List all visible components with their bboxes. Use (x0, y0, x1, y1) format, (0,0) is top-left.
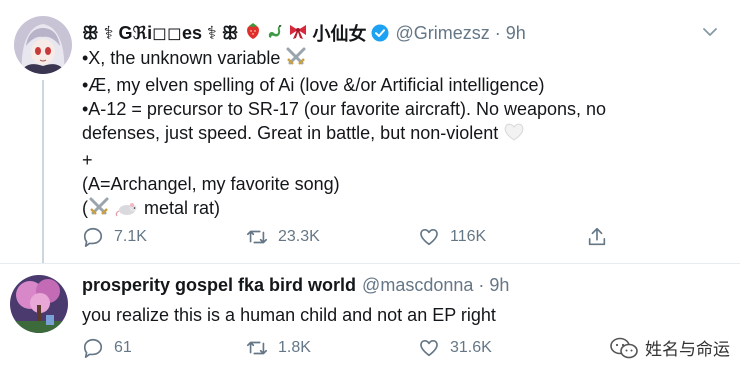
line-text: (A=Archangel, my favorite song) (82, 174, 340, 194)
line-text: + (82, 150, 93, 170)
tweet-line: •A-12 = precursor to SR-17 (our favorite… (82, 97, 722, 121)
share-button[interactable] (586, 226, 608, 248)
retweet-count: 23.3K (278, 228, 320, 245)
reply-button[interactable]: 61 (82, 337, 132, 359)
avatar[interactable] (10, 275, 68, 333)
display-name[interactable]: ꕥ ⚕ Gℜi◻◻es ⚕ ꕥ (82, 23, 238, 44)
line-text: defenses, just speed. Great in battle, b… (82, 123, 499, 143)
retweet-count: 1.8K (278, 339, 311, 356)
action-bar: 61 1.8K 31.6K (82, 337, 642, 361)
line-text: •X, the unknown variable (82, 48, 281, 68)
strawberry-icon (244, 22, 262, 45)
separator-dot: · (478, 275, 485, 295)
line-text: •Æ, my elven spelling of Ai (love &/or A… (82, 75, 545, 95)
rat-icon (115, 199, 139, 223)
tweet-text: you realize this is a human child and no… (82, 305, 496, 325)
handle[interactable]: @mascdonna (362, 275, 473, 296)
reply-icon (83, 227, 103, 247)
like-button[interactable]: 31.6K (418, 337, 492, 359)
retweet-button[interactable]: 1.8K (246, 337, 311, 359)
handle[interactable]: @Grimezsz (395, 23, 489, 44)
chevron-down-icon[interactable] (702, 24, 718, 40)
tweet-line: defenses, just speed. Great in battle, b… (82, 121, 722, 148)
display-name-suffix[interactable]: 小仙女 (312, 20, 366, 46)
timestamp[interactable]: 9h (506, 23, 526, 44)
tweet-grimezsz[interactable]: ꕥ ⚕ Gℜi◻◻es ⚕ ꕥ 小仙女 @Grimezsz · 9h •X, t… (0, 0, 740, 264)
tweet-mascdonna[interactable]: prosperity gospel fka bird world @mascdo… (0, 265, 740, 380)
like-icon (420, 229, 438, 246)
separator-dot: · (494, 22, 501, 43)
share-icon (588, 227, 606, 246)
verified-icon (371, 24, 389, 42)
ribbon-icon (288, 22, 308, 45)
tweet-line: •Æ, my elven spelling of Ai (love &/or A… (82, 73, 722, 97)
white-heart-icon (503, 122, 525, 148)
tweet-line: + (82, 148, 722, 172)
line-text: •A-12 = precursor to SR-17 (our favorite… (82, 99, 607, 119)
retweet-icon (247, 341, 267, 355)
reply-count: 61 (114, 339, 132, 356)
like-icon (420, 340, 438, 357)
tweet-divider (0, 263, 740, 264)
avatar[interactable] (14, 16, 72, 74)
timestamp[interactable]: 9h (489, 275, 509, 296)
watermark-text: 姓名与命运 (645, 340, 730, 359)
retweet-button[interactable]: 23.3K (246, 226, 320, 248)
like-count: 31.6K (450, 339, 492, 356)
watermark: 姓名与命运 (609, 335, 730, 360)
line-text: metal rat) (144, 198, 221, 218)
reply-icon (83, 338, 103, 358)
dragon-icon (266, 22, 284, 45)
like-count: 116K (450, 228, 487, 245)
retweet-icon (247, 230, 267, 244)
tweet-text: •X, the unknown variable •Æ, my elven sp… (82, 46, 722, 223)
tweet-line: (A=Archangel, my favorite song) (82, 172, 722, 196)
thread-line (42, 80, 44, 264)
tweet-header: prosperity gospel fka bird world @mascdo… (82, 275, 509, 296)
tweet-line: ( metal rat) (82, 196, 722, 223)
swords-icon (88, 197, 110, 223)
reply-button[interactable]: 7.1K (82, 226, 147, 248)
reply-count: 7.1K (114, 228, 147, 245)
like-button[interactable]: 116K (418, 226, 486, 248)
action-bar: 7.1K 23.3K 116K (82, 226, 642, 250)
swords-icon (285, 47, 307, 73)
wechat-icon (610, 337, 638, 358)
display-name[interactable]: prosperity gospel fka bird world (82, 275, 356, 296)
tweet-line: •X, the unknown variable (82, 46, 722, 73)
tweet-header: ꕥ ⚕ Gℜi◻◻es ⚕ ꕥ 小仙女 @Grimezsz · 9h (82, 20, 526, 46)
